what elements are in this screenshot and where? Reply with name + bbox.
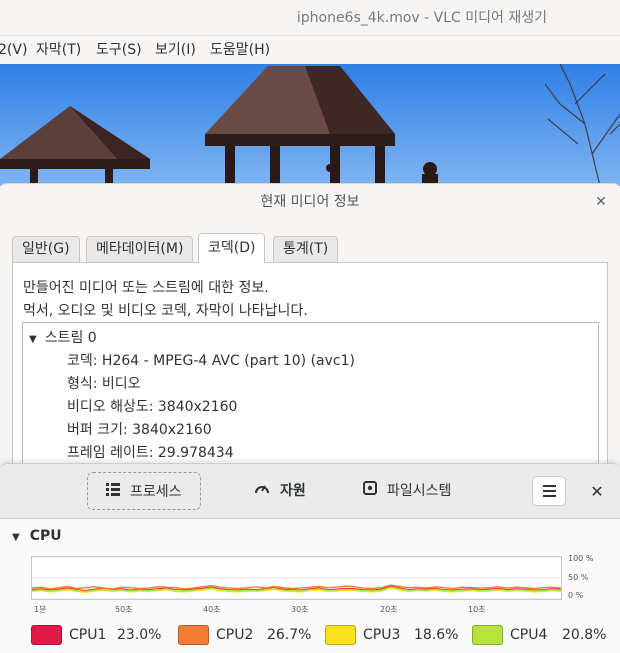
close-icon[interactable]: ✕ <box>592 193 610 211</box>
cpu4-color-swatch[interactable] <box>472 625 503 645</box>
vlc-titlebar: iphone6s_4k.mov - VLC 미디어 재생기 <box>0 0 620 36</box>
codec-description-line-1: 만들어진 미디어 또는 스트림에 대한 정보. <box>23 280 269 296</box>
stream-row-codec: 코덱: H264 - MPEG-4 AVC (part 10) (avc1) <box>67 353 355 369</box>
menu-playback[interactable]: 2(V) <box>0 36 27 64</box>
tab-processes[interactable]: 프로세스 <box>87 472 201 510</box>
legend-cpu3-name: CPU3 <box>363 627 401 643</box>
stream-row-framerate: 프레임 레이트: 29.978434 <box>67 445 234 461</box>
legend-cpu2-name: CPU2 <box>216 627 254 643</box>
tree-item-stream-0[interactable]: ▼ 스트림 0 <box>29 327 97 347</box>
menu-tools[interactable]: 도구(S) <box>96 36 142 64</box>
cpu-section-header[interactable]: ▼ CPU <box>12 526 62 546</box>
cpu1-color-swatch[interactable] <box>31 625 62 645</box>
menu-view[interactable]: 보기(I) <box>155 36 196 64</box>
legend-cpu4-value: 20.8% <box>562 627 607 643</box>
time-label-10: 10초 <box>468 605 486 614</box>
tab-filesystems[interactable]: 파일시스템 <box>345 472 469 510</box>
monitor-headerbar: 프로세스 자원 파일시스템 ✕ <box>0 464 620 519</box>
menu-help[interactable]: 도움말(H) <box>210 36 270 64</box>
legend-cpu1-name: CPU1 <box>69 627 107 643</box>
tab-metadata[interactable]: 메타데이터(M) <box>86 236 194 262</box>
menu-button[interactable] <box>532 476 566 506</box>
menu-subtitle[interactable]: 자막(T) <box>36 36 81 64</box>
pct-label-50: 50 % <box>568 573 589 582</box>
gauge-icon <box>254 472 270 510</box>
cpu2-color-swatch[interactable] <box>178 625 209 645</box>
series-line-cpu2 <box>31 584 562 590</box>
cpu-heading-label: CPU <box>29 528 62 544</box>
stream-label: 스트림 0 <box>44 330 97 346</box>
tab-resources-label: 자원 <box>280 483 306 499</box>
tab-processes-label: 프로세스 <box>130 484 182 500</box>
media-info-dialog: 현재 미디어 정보 ✕ 일반(G) 메타데이터(M) 코덱(D) 통계(T) 만… <box>0 183 620 502</box>
stream-row-type: 형식: 비디오 <box>67 376 141 392</box>
time-label-50: 50초 <box>115 605 133 614</box>
cpu-graph-svg <box>31 556 562 600</box>
vlc-window-title: iphone6s_4k.mov - VLC 미디어 재생기 <box>296 10 547 26</box>
pct-label-100: 100 % <box>568 554 594 563</box>
close-icon[interactable]: ✕ <box>586 481 608 503</box>
list-icon <box>106 473 120 511</box>
hamburger-icon <box>543 485 556 497</box>
cpu-history-graph <box>31 556 562 600</box>
time-label-30: 30초 <box>291 605 309 614</box>
video-frame[interactable] <box>0 64 620 186</box>
time-label-20: 20초 <box>380 605 398 614</box>
video-scene-image <box>0 64 620 186</box>
system-monitor-window: 프로세스 자원 파일시스템 ✕ ▼ CPU 100 % 50 % 0 % 1분 5… <box>0 463 620 653</box>
dialog-title: 현재 미디어 정보 <box>260 194 360 210</box>
legend-cpu3-value: 18.6% <box>414 627 459 643</box>
expander-down-icon[interactable]: ▼ <box>29 334 37 345</box>
codec-panel: 만들어진 미디어 또는 스트림에 대한 정보. 먹서, 오디오 및 비디오 코덱… <box>12 262 608 502</box>
time-label-60: 1분 <box>34 605 47 614</box>
pct-label-0: 0 % <box>568 591 584 600</box>
tab-codec[interactable]: 코덱(D) <box>198 233 266 263</box>
cpu3-color-swatch[interactable] <box>325 625 356 645</box>
codec-description-line-2: 먹서, 오디오 및 비디오 코덱, 자막이 나타납니다. <box>23 303 308 319</box>
disk-icon <box>363 472 377 510</box>
legend-cpu4-name: CPU4 <box>510 627 548 643</box>
tab-resources[interactable]: 자원 <box>236 472 324 510</box>
legend-cpu2-value: 26.7% <box>267 627 312 643</box>
tab-filesystems-label: 파일시스템 <box>387 483 452 499</box>
time-label-40: 40초 <box>203 605 221 614</box>
tab-statistics[interactable]: 통계(T) <box>273 236 339 262</box>
stream-row-buffer: 버퍼 크기: 3840x2160 <box>67 422 212 438</box>
tab-general[interactable]: 일반(G) <box>12 236 80 262</box>
vlc-menubar: 2(V) 자막(T) 도구(S) 보기(I) 도움말(H) <box>0 36 620 64</box>
expander-down-icon[interactable]: ▼ <box>12 528 20 548</box>
stream-row-resolution: 비디오 해상도: 3840x2160 <box>67 399 238 415</box>
legend-cpu1-value: 23.0% <box>117 627 162 643</box>
